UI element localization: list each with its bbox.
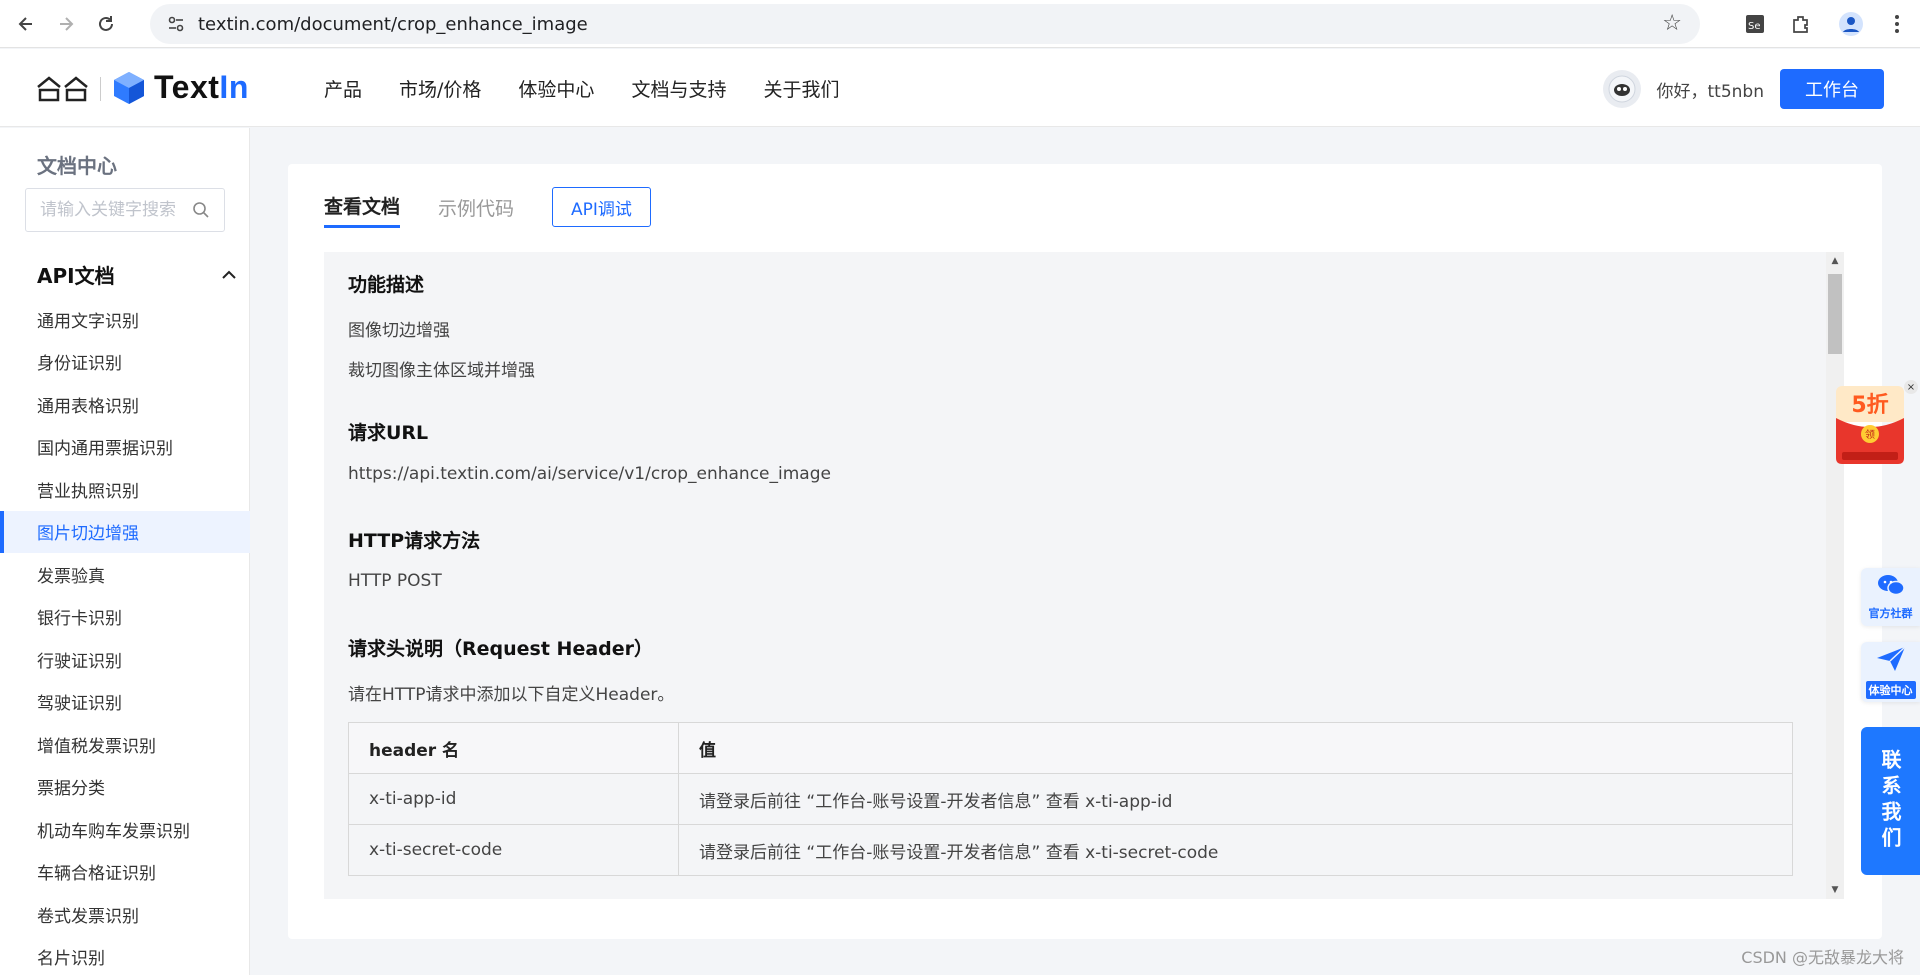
nav-about-us[interactable]: 关于我们	[763, 75, 839, 102]
textin-cube-icon	[114, 71, 144, 104]
nav-products[interactable]: 产品	[324, 75, 362, 102]
request-header-desc: 请在HTTP请求中添加以下自定义Header。	[348, 685, 675, 705]
sidebar-item-roll-invoice[interactable]: 卷式发票识别	[0, 893, 250, 936]
search-icon[interactable]	[192, 201, 210, 223]
sidebar-item-vehicle-license[interactable]: 行驶证识别	[0, 638, 250, 681]
tab-sample-code[interactable]: 示例代码	[438, 194, 514, 227]
nav-market-pricing[interactable]: 市场/价格	[399, 75, 481, 102]
api-doc-menu: 通用文字识别 身份证识别 通用表格识别 国内通用票据识别 营业执照识别 图片切边…	[0, 298, 250, 975]
api-docs-section-header[interactable]: API文档	[37, 260, 237, 289]
site-settings-icon[interactable]	[164, 12, 188, 36]
sidebar-item-vehicle-certificate[interactable]: 车辆合格证识别	[0, 851, 250, 894]
scroll-down-arrow-icon[interactable]: ▼	[1826, 881, 1844, 899]
selenium-extension-icon[interactable]: Se	[1732, 1, 1778, 47]
doc-scrollbar[interactable]: ▲ ▼	[1826, 252, 1844, 899]
tab-view-docs[interactable]: 查看文档	[324, 192, 401, 228]
user-area: 你好，tt5nbn 工作台	[1602, 69, 1884, 109]
reload-icon[interactable]	[86, 4, 126, 44]
sidebar-item-driver-license[interactable]: 驾驶证识别	[0, 681, 250, 724]
table-cell: x-ti-secret-code	[348, 824, 679, 876]
workbench-button[interactable]: 工作台	[1780, 69, 1884, 109]
tab-api-debug[interactable]: API调试	[552, 187, 651, 227]
paper-plane-icon	[1875, 645, 1907, 677]
doc-sidebar: 文档中心 API文档 通用文字识别 身份证识别 通用表格识别 国内通用票据识别 …	[0, 128, 250, 975]
avatar[interactable]	[1602, 70, 1641, 108]
sidebar-item-general-ocr[interactable]: 通用文字识别	[0, 298, 250, 341]
sidebar-item-table-recognition[interactable]: 通用表格识别	[0, 383, 250, 426]
community-button[interactable]: 官方社群	[1861, 568, 1920, 626]
heading-request-header: 请求头说明（Request Header）	[348, 638, 654, 660]
search-input[interactable]	[40, 200, 190, 220]
url-text[interactable]: textin.com/document/crop_enhance_image	[198, 14, 588, 35]
sidebar-item-business-card[interactable]: 名片识别	[0, 936, 250, 975]
function-name-text: 图像切边增强	[348, 321, 450, 341]
request-header-table: header 名 值 x-ti-app-id 请登录后前往 “工作台-账号设置-…	[348, 722, 1793, 876]
chevron-up-icon[interactable]	[221, 265, 237, 284]
scroll-up-arrow-icon[interactable]: ▲	[1826, 252, 1844, 270]
sidebar-item-receipt-classify[interactable]: 票据分类	[0, 766, 250, 809]
request-url-text: https://api.textin.com/ai/service/v1/cro…	[348, 464, 831, 484]
sidebar-item-bank-card[interactable]: 银行卡识别	[0, 596, 250, 639]
heading-http-method: HTTP请求方法	[348, 530, 481, 552]
function-desc-text: 裁切图像主体区域并增强	[348, 361, 535, 381]
sidebar-item-vehicle-invoice[interactable]: 机动车购车发票识别	[0, 808, 250, 851]
promo-discount-text: 5折	[1851, 393, 1888, 418]
profile-icon[interactable]	[1828, 1, 1874, 47]
heading-function-desc: 功能描述	[348, 274, 425, 296]
csdn-watermark: CSDN @无敌暴龙大将	[1741, 948, 1904, 967]
bookmark-star-icon[interactable]: ☆	[1662, 11, 1682, 36]
nav-docs-support[interactable]: 文档与支持	[631, 75, 726, 102]
textin-wordmark: TextIn	[154, 69, 249, 105]
sidebar-item-business-license[interactable]: 营业执照识别	[0, 468, 250, 511]
site-header: TextIn 产品 市场/价格 体验中心 文档与支持 关于我们 你好，tt5nb…	[0, 49, 1920, 127]
api-docs-section-label: API文档	[37, 264, 115, 288]
discount-promo-badge[interactable]: 领 5折	[1832, 378, 1908, 468]
table-row: x-ti-secret-code 请登录后前往 “工作台-账号设置-开发者信息”…	[348, 824, 1793, 876]
address-bar[interactable]: textin.com/document/crop_enhance_image ☆	[150, 4, 1700, 44]
doc-main-card: 查看文档 示例代码 API调试 功能描述 图像切边增强 裁切图像主体区域并增强 …	[288, 164, 1882, 939]
promo-badge-text: 领	[1865, 428, 1875, 441]
sidebar-item-vat-invoice[interactable]: 增值税发票识别	[0, 723, 250, 766]
table-header-cell: 值	[678, 722, 1793, 774]
http-method-text: HTTP POST	[348, 571, 442, 591]
wechat-icon	[1876, 573, 1906, 601]
promo-close-icon[interactable]: ×	[1904, 380, 1918, 394]
sidebar-item-invoice-verify[interactable]: 发票验真	[0, 553, 250, 596]
sidebar-search	[25, 188, 225, 232]
experience-center-button[interactable]: 体验中心	[1861, 642, 1920, 702]
table-header-row: header 名 值	[348, 722, 1793, 774]
doc-content-panel[interactable]: 功能描述 图像切边增强 裁切图像主体区域并增强 请求URL https://ap…	[324, 252, 1844, 899]
back-icon[interactable]	[6, 4, 46, 44]
svg-text:Se: Se	[1748, 21, 1761, 32]
table-cell: 请登录后前往 “工作台-账号设置-开发者信息” 查看 x-ti-secret-c…	[678, 824, 1793, 876]
table-row: x-ti-app-id 请登录后前往 “工作台-账号设置-开发者信息” 查看 x…	[348, 773, 1793, 825]
contact-us-button[interactable]: 联系我们	[1861, 727, 1920, 875]
sidebar-item-id-card[interactable]: 身份证识别	[0, 341, 250, 384]
nav-experience-center[interactable]: 体验中心	[518, 75, 594, 102]
scroll-thumb[interactable]	[1828, 274, 1842, 354]
table-cell: 请登录后前往 “工作台-账号设置-开发者信息” 查看 x-ti-app-id	[678, 773, 1793, 825]
kebab-menu-icon[interactable]	[1874, 1, 1920, 47]
browser-toolbar: textin.com/document/crop_enhance_image ☆…	[0, 0, 1920, 48]
extensions-puzzle-icon[interactable]	[1778, 1, 1824, 47]
forward-icon[interactable]	[46, 4, 86, 44]
table-header-cell: header 名	[348, 722, 679, 774]
top-nav: 产品 市场/价格 体验中心 文档与支持 关于我们	[324, 49, 876, 127]
experience-center-label: 体验中心	[1865, 681, 1916, 699]
sidebar-item-receipt[interactable]: 国内通用票据识别	[0, 426, 250, 469]
community-label: 官方社群	[1868, 607, 1913, 620]
textin-logo[interactable]: TextIn	[112, 69, 249, 106]
contact-us-label: 联系我们	[1878, 749, 1902, 853]
logo-divider	[100, 77, 101, 101]
sidebar-title: 文档中心	[37, 154, 117, 178]
user-greeting[interactable]: 你好，tt5nbn	[1657, 77, 1765, 102]
hehe-logo-icon[interactable]	[36, 75, 90, 103]
doc-tabs: 查看文档 示例代码 API调试	[324, 187, 651, 230]
sidebar-item-crop-enhance[interactable]: 图片切边增强	[0, 510, 250, 553]
table-cell: x-ti-app-id	[348, 773, 679, 825]
heading-request-url: 请求URL	[348, 422, 429, 444]
